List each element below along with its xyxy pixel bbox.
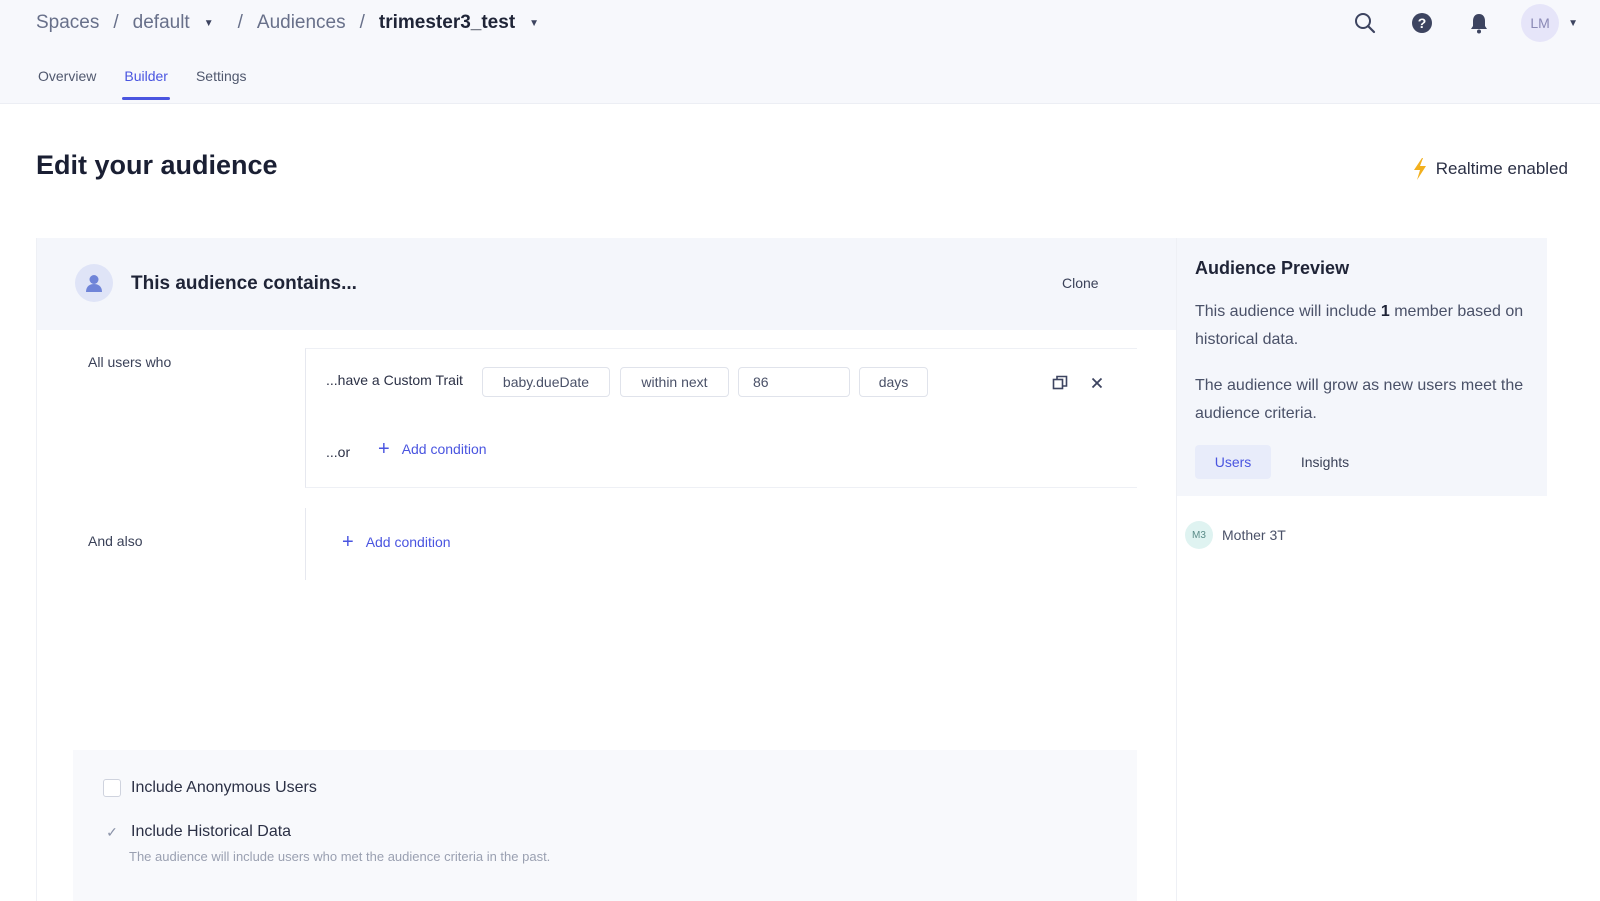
user-menu[interactable]: LM ▼ (1521, 4, 1578, 42)
breadcrumb-spaces[interactable]: Spaces (36, 12, 99, 34)
audience-dropdown-icon[interactable]: ▼ (529, 18, 539, 29)
options-box: Include Anonymous Users ✓ Include Histor… (73, 750, 1137, 901)
top-icons: ? LM ▼ (1320, 4, 1578, 42)
close-icon[interactable] (1087, 373, 1107, 393)
add-or-condition-button[interactable]: + Add condition (378, 438, 487, 460)
preview-text-part: This audience will include (1195, 303, 1381, 320)
tab-insights[interactable]: Insights (1287, 445, 1363, 479)
plus-icon: + (342, 531, 354, 553)
condition-prefix: ...have a Custom Trait (326, 372, 463, 388)
preview-member-summary: This audience will include 1 member base… (1195, 298, 1540, 354)
value-input[interactable]: 86 (738, 367, 850, 397)
include-historical-option[interactable]: ✓ Include Historical Data (103, 823, 291, 841)
clone-button[interactable]: Clone (1062, 275, 1099, 291)
breadcrumb-current: trimester3_test (378, 12, 516, 33)
search-icon[interactable] (1353, 11, 1377, 35)
check-icon[interactable]: ✓ (103, 824, 121, 841)
tab-settings[interactable]: Settings (196, 68, 247, 97)
breadcrumb-separator: / (113, 12, 119, 33)
include-anonymous-option[interactable]: Include Anonymous Users (103, 779, 317, 797)
preview-title: Audience Preview (1195, 258, 1350, 278)
breadcrumb-audiences[interactable]: Audiences (257, 12, 346, 34)
unit-select[interactable]: days (859, 367, 928, 397)
top-bar: Spaces / default ▼ / Audiences / trimest… (0, 0, 1600, 104)
or-label: ...or (326, 444, 351, 460)
avatar: M3 (1185, 521, 1213, 549)
person-icon (75, 264, 113, 302)
and-also-group: + Add condition (305, 508, 1137, 580)
add-condition-label: Add condition (401, 441, 487, 457)
member-count: 1 (1380, 303, 1390, 320)
operator-select[interactable]: within next (620, 367, 729, 397)
tab-builder[interactable]: Builder (122, 68, 170, 100)
list-item[interactable]: M3 Mother 3T (1185, 521, 1286, 549)
builder-header: This audience contains... Clone (37, 238, 1177, 330)
tab-overview[interactable]: Overview (38, 68, 96, 97)
breadcrumb-workspace[interactable]: default (133, 12, 190, 34)
all-users-label: All users who (88, 354, 172, 370)
svg-text:?: ? (1418, 15, 1427, 31)
tab-users[interactable]: Users (1195, 445, 1271, 479)
member-name: Mother 3T (1222, 527, 1286, 543)
add-and-condition-button[interactable]: + Add condition (342, 531, 451, 553)
avatar: LM (1521, 4, 1560, 42)
bell-icon[interactable] (1467, 11, 1491, 35)
breadcrumb-separator: / (359, 12, 365, 33)
builder-title: This audience contains... (131, 273, 357, 294)
include-historical-help: The audience will include users who met … (129, 849, 551, 864)
realtime-status: Realtime enabled (1412, 158, 1568, 180)
duplicate-icon[interactable] (1050, 373, 1070, 393)
condition-group: ...have a Custom Trait baby.dueDate with… (305, 348, 1137, 488)
add-condition-label: Add condition (365, 534, 451, 550)
chevron-down-icon: ▼ (1568, 17, 1578, 29)
include-historical-label: Include Historical Data (131, 823, 292, 840)
plus-icon: + (378, 438, 390, 460)
tab-bar: Overview Builder Settings (38, 68, 275, 100)
include-anonymous-label: Include Anonymous Users (131, 779, 317, 796)
include-anonymous-checkbox[interactable] (103, 779, 121, 797)
realtime-label: Realtime enabled (1435, 159, 1568, 178)
builder-body: All users who ...have a Custom Trait bab… (37, 330, 1177, 901)
preview-header: Audience Preview This audience will incl… (1177, 238, 1547, 496)
preview-growth-text: The audience will grow as new users meet… (1195, 377, 1524, 422)
audience-builder: This audience contains... Clone All user… (36, 238, 1177, 901)
lightning-icon (1413, 158, 1426, 180)
workspace-dropdown-icon[interactable]: ▼ (204, 18, 214, 29)
breadcrumb: Spaces / default ▼ / Audiences / trimest… (36, 10, 539, 36)
help-icon[interactable]: ? (1410, 11, 1434, 35)
audience-preview: Audience Preview This audience will incl… (1176, 238, 1547, 901)
breadcrumb-separator: / (237, 12, 243, 33)
page-title: Edit your audience (36, 150, 278, 180)
and-also-label: And also (88, 533, 143, 549)
trait-select[interactable]: baby.dueDate (482, 367, 610, 397)
